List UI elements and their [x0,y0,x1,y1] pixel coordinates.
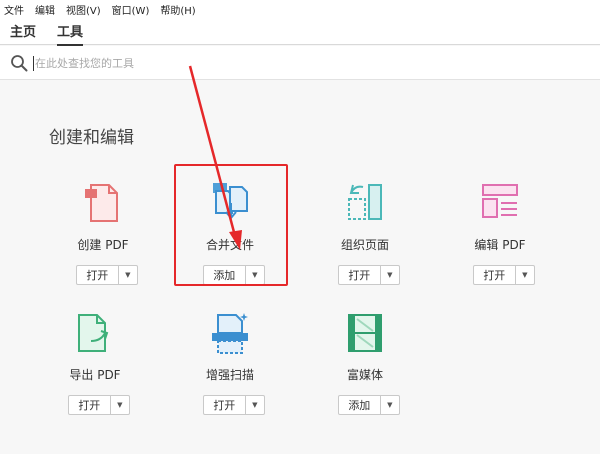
arrow-annotation [188,65,242,250]
